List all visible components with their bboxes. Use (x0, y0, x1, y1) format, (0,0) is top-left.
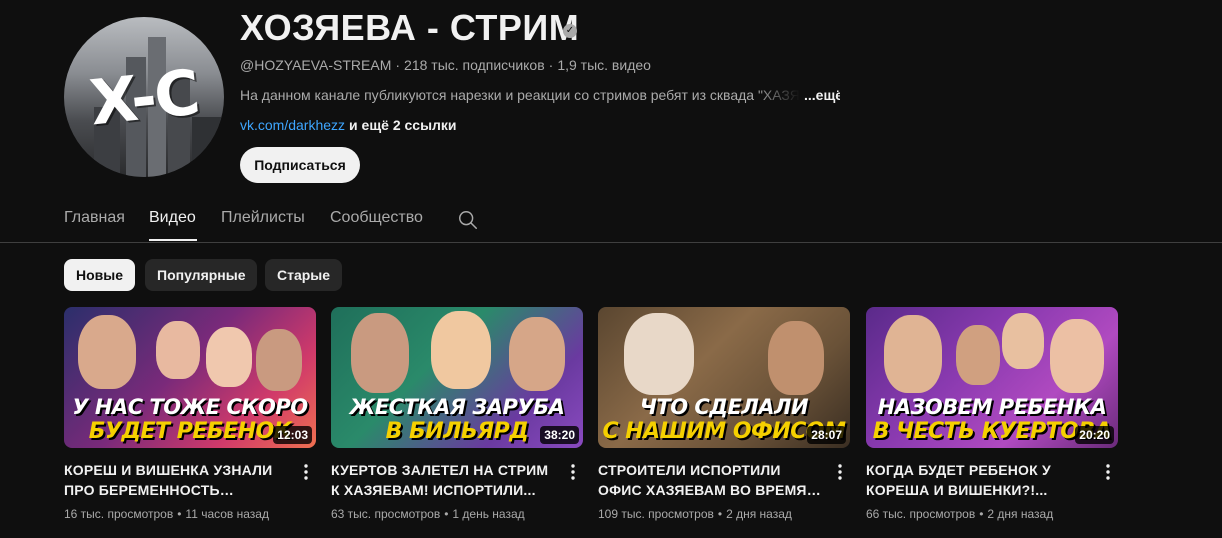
channel-description[interactable]: На данном канале публикуются нарезки и р… (240, 87, 840, 103)
chip-oldest[interactable]: Старые (265, 259, 343, 291)
upload-age: 2 дня назад (987, 507, 1054, 521)
tab-home[interactable]: Главная (64, 209, 125, 227)
video-meta: 63 тыс. просмотров • 1 день назад (331, 507, 525, 521)
upload-age: 2 дня назад (726, 507, 792, 521)
view-count: 66 тыс. просмотров (866, 507, 976, 521)
more-vertical-icon[interactable] (300, 462, 312, 482)
channel-page: X-C ХОЗЯЕВА - СТРИМ ✓ @HOZYAEVA-STREAM · 2… (0, 0, 1222, 538)
subscriber-count: 218 тыс. подписчиков (404, 57, 545, 73)
active-tab-indicator (149, 239, 197, 241)
description-more-link[interactable]: ...ещё (804, 87, 840, 103)
channel-link-vk[interactable]: vk.com/darkhezz (240, 117, 345, 133)
channel-tabs: Главная Видео Плейлисты Сообщество (0, 197, 1222, 243)
thumbnail-text-line1: У НАС ТОЖЕ СКОРО (72, 395, 308, 419)
video-duration: 20:20 (1075, 426, 1114, 444)
video-meta: 66 тыс. просмотров • 2 дня назад (866, 507, 1054, 521)
thumbnail-text-line1: НАЗОВЕМ РЕБЕНКА (877, 395, 1107, 419)
video-meta: 16 тыс. просмотров • 11 часов назад (64, 507, 269, 521)
video-thumbnail[interactable]: ЧТО СДЕЛАЛИ С НАШИМ ОФИСОМ 28:07 (598, 307, 850, 448)
more-vertical-icon[interactable] (1102, 462, 1114, 482)
video-card[interactable]: У НАС ТОЖЕ СКОРО БУДЕТ РЕБЕНОК 12:03 КОР… (64, 307, 316, 521)
more-links-button[interactable]: и ещё 2 ссылки (349, 117, 456, 133)
view-count: 63 тыс. просмотров (331, 507, 441, 521)
view-count: 16 тыс. просмотров (64, 507, 174, 521)
video-duration: 12:03 (273, 426, 312, 444)
thumbnail-text-line1: ЖЕСТКАЯ ЗАРУБА (349, 395, 565, 419)
video-title[interactable]: КОГДА БУДЕТ РЕБЕНОК У КОРЕША И ВИШЕНКИ?!… (866, 460, 1090, 500)
more-vertical-icon[interactable] (567, 462, 579, 482)
view-count: 109 тыс. просмотров (598, 507, 714, 521)
upload-age: 11 часов назад (185, 507, 269, 521)
thumbnail-text-line1: ЧТО СДЕЛАЛИ (639, 395, 809, 419)
video-title[interactable]: КУЕРТОВ ЗАЛЕТЕЛ НА СТРИМ К ХАЗЯЕВАМ! ИСП… (331, 460, 555, 500)
subscribe-button[interactable]: Подписаться (240, 147, 360, 183)
video-count: 1,9 тыс. видео (557, 57, 651, 73)
video-meta: 109 тыс. просмотров • 2 дня назад (598, 507, 792, 521)
tab-community[interactable]: Сообщество (330, 209, 423, 227)
search-icon[interactable] (457, 209, 479, 231)
channel-title: ХОЗЯЕВА - СТРИМ (240, 7, 580, 48)
verified-check-icon: ✓ (563, 24, 577, 38)
tab-playlists[interactable]: Плейлисты (221, 209, 305, 227)
video-thumbnail[interactable]: ЖЕСТКАЯ ЗАРУБА В БИЛЬЯРД 38:20 (331, 307, 583, 448)
chip-newest[interactable]: Новые (64, 259, 136, 291)
video-card[interactable]: ЧТО СДЕЛАЛИ С НАШИМ ОФИСОМ 28:07 СТРОИТЕ… (598, 307, 850, 521)
upload-age: 1 день назад (452, 507, 525, 521)
video-title[interactable]: СТРОИТЕЛИ ИСПОРТИЛИ ОФИС ХАЗЯЕВАМ ВО ВРЕ… (598, 460, 822, 500)
video-duration: 28:07 (807, 426, 846, 444)
video-card[interactable]: ЖЕСТКАЯ ЗАРУБА В БИЛЬЯРД 38:20 КУЕРТОВ З… (331, 307, 583, 521)
channel-avatar[interactable]: X-C (64, 17, 224, 177)
channel-handle: @HOZYAEVA-STREAM (240, 57, 392, 73)
video-thumbnail[interactable]: НАЗОВЕМ РЕБЕНКА В ЧЕСТЬ КУЕРТОВА 20:20 (866, 307, 1118, 448)
channel-links: vk.com/darkhezz и ещё 2 ссылки (240, 117, 457, 133)
tab-videos[interactable]: Видео (149, 209, 196, 227)
channel-meta: @HOZYAEVA-STREAM · 218 тыс. подписчиков · 1,… (240, 57, 651, 73)
video-card[interactable]: НАЗОВЕМ РЕБЕНКА В ЧЕСТЬ КУЕРТОВА 20:20 К… (866, 307, 1118, 521)
video-title[interactable]: КОРЕШ И ВИШЕНКА УЗНАЛИ ПРО БЕРЕМЕННОСТЬ … (64, 460, 288, 500)
description-text: На данном канале публикуются нарезки и р… (240, 87, 800, 103)
chip-popular[interactable]: Популярные (145, 259, 258, 291)
video-duration: 38:20 (540, 426, 579, 444)
more-vertical-icon[interactable] (834, 462, 846, 482)
video-thumbnail[interactable]: У НАС ТОЖЕ СКОРО БУДЕТ РЕБЕНОК 12:03 (64, 307, 316, 448)
